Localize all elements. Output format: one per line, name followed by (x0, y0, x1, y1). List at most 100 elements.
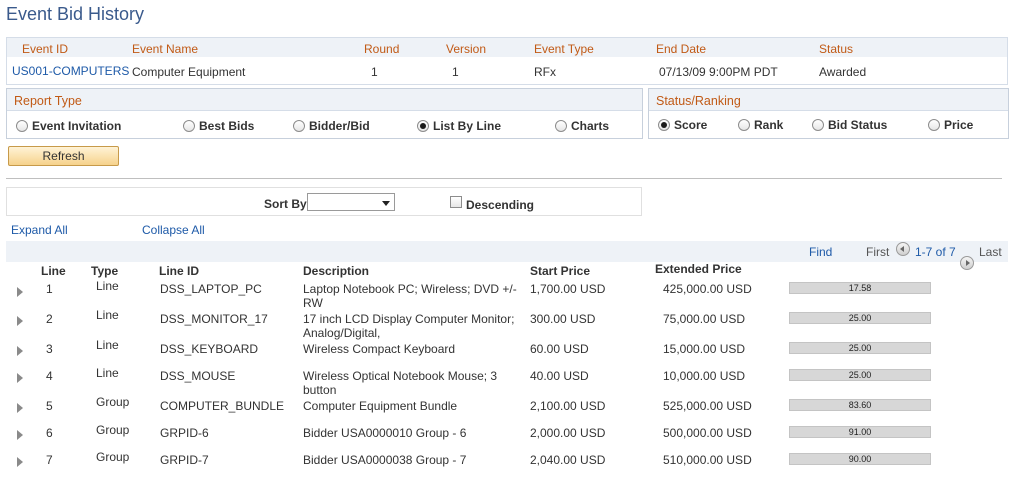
event-summary-panel: Event ID Event Name Round Version Event … (6, 37, 1008, 85)
radio-label: Event Invitation (32, 119, 122, 133)
score-bar: 25.00 (789, 312, 931, 324)
ranking-bid-status[interactable]: Bid Status (812, 118, 887, 132)
event-name-value: Computer Equipment (132, 65, 246, 79)
line-description: Bidder USA0000038 Group - 7 (303, 453, 467, 467)
start-price: 60.00 USD (530, 342, 589, 356)
line-number: 5 (46, 399, 53, 413)
expand-row-icon[interactable] (17, 373, 23, 383)
extended-price: 15,000.00 USD (663, 342, 746, 356)
report-type-bidder-bid[interactable]: Bidder/Bid (293, 119, 370, 133)
line-id: DSS_MOUSE (160, 369, 236, 383)
line-description: Bidder USA0000010 Group - 6 (303, 426, 467, 440)
start-price: 1,700.00 USD (530, 282, 606, 296)
line-description: 17 inch LCD Display Computer Monitor; An… (303, 312, 515, 340)
descending-checkbox[interactable] (450, 196, 462, 208)
last-label: Last (979, 245, 1002, 259)
extended-price: 75,000.00 USD (663, 312, 746, 326)
find-link[interactable]: Find (809, 245, 832, 259)
radio-label: Bid Status (828, 118, 888, 132)
expand-row-icon[interactable] (17, 430, 23, 440)
sort-by-label: Sort By (264, 197, 307, 211)
expand-row-icon[interactable] (17, 457, 23, 467)
round-value: 1 (371, 65, 378, 79)
page-title: Event Bid History (6, 4, 145, 24)
radio-icon[interactable] (183, 120, 195, 132)
line-number: 6 (46, 426, 53, 440)
start-price: 300.00 USD (530, 312, 596, 326)
chevron-down-icon (382, 201, 390, 206)
radio-label: List By Line (433, 119, 502, 133)
extended-price: 425,000.00 USD (663, 282, 752, 296)
line-type: Group (96, 395, 130, 409)
line-id: GRPID-6 (160, 426, 209, 440)
line-id: COMPUTER_BUNDLE (160, 399, 285, 413)
column-description: Description (303, 264, 370, 278)
radio-selected-icon[interactable] (658, 119, 670, 131)
start-price: 2,040.00 USD (530, 453, 606, 467)
expand-row-icon[interactable] (17, 287, 23, 297)
report-type-title: Report Type (14, 94, 82, 108)
extended-price: 10,000.00 USD (663, 369, 746, 383)
line-description: Laptop Notebook PC; Wireless; DVD +/- RW (303, 282, 517, 310)
radio-icon[interactable] (16, 120, 28, 132)
sort-by-select[interactable] (307, 193, 395, 211)
collapse-all-link[interactable]: Collapse All (142, 223, 205, 237)
report-type-best-bids[interactable]: Best Bids (183, 119, 254, 133)
expand-all-link[interactable]: Expand All (11, 223, 68, 237)
line-id: DSS_LAPTOP_PC (160, 282, 262, 296)
column-line-id: Line ID (159, 264, 200, 278)
report-type-group: Report Type Event Invitation Best Bids B… (6, 88, 643, 139)
line-number: 7 (46, 453, 53, 467)
score-bar: 83.60 (789, 399, 931, 411)
report-type-charts[interactable]: Charts (555, 119, 609, 133)
previous-page-icon[interactable] (896, 242, 910, 256)
event-type-value: RFx (534, 65, 556, 79)
line-description: Computer Equipment Bundle (303, 399, 458, 413)
report-type-list-by-line[interactable]: List By Line (417, 119, 501, 133)
score-bar: 90.00 (789, 453, 931, 465)
column-start-price: Start Price (530, 264, 591, 278)
next-page-icon[interactable] (960, 256, 974, 270)
radio-icon[interactable] (738, 119, 750, 131)
event-id-link[interactable]: US001-COMPUTERS (12, 64, 129, 78)
expand-row-icon[interactable] (17, 316, 23, 326)
extended-price: 510,000.00 USD (663, 453, 752, 467)
ranking-rank[interactable]: Rank (738, 118, 783, 132)
radio-icon[interactable] (555, 120, 567, 132)
radio-icon[interactable] (928, 119, 940, 131)
refresh-button[interactable]: Refresh (8, 146, 119, 166)
grid-navigation-bar (6, 241, 1008, 262)
radio-label: Price (944, 118, 974, 132)
radio-label: Best Bids (199, 119, 255, 133)
line-type: Group (96, 423, 130, 437)
start-price: 2,100.00 USD (530, 399, 606, 413)
start-price: 40.00 USD (530, 369, 589, 383)
score-bar: 25.00 (789, 342, 931, 354)
column-line: Line (41, 264, 66, 278)
report-type-header (7, 89, 642, 111)
report-type-event-invitation[interactable]: Event Invitation (16, 119, 121, 133)
expand-row-icon[interactable] (17, 403, 23, 413)
line-id: DSS_KEYBOARD (160, 342, 259, 356)
version-value: 1 (452, 65, 459, 79)
header-event-name: Event Name (132, 42, 199, 56)
descending-label: Descending (466, 198, 535, 212)
radio-icon[interactable] (293, 120, 305, 132)
radio-label: Bidder/Bid (309, 119, 370, 133)
line-description: Wireless Compact Keyboard (303, 342, 456, 356)
line-number: 4 (46, 369, 53, 383)
extended-price: 500,000.00 USD (663, 426, 752, 440)
header-round: Round (364, 42, 400, 56)
ranking-price[interactable]: Price (928, 118, 973, 132)
expand-row-icon[interactable] (17, 346, 23, 356)
radio-selected-icon[interactable] (417, 120, 429, 132)
radio-icon[interactable] (812, 119, 824, 131)
divider (6, 178, 1002, 179)
line-id: DSS_MONITOR_17 (160, 312, 268, 326)
radio-label: Rank (754, 118, 784, 132)
column-extended-price: Extended Price (655, 262, 742, 276)
first-label: First (866, 245, 890, 259)
line-number: 3 (46, 342, 53, 356)
ranking-score[interactable]: Score (658, 118, 707, 132)
line-description: Wireless Optical Notebook Mouse; 3 butto… (303, 369, 498, 397)
